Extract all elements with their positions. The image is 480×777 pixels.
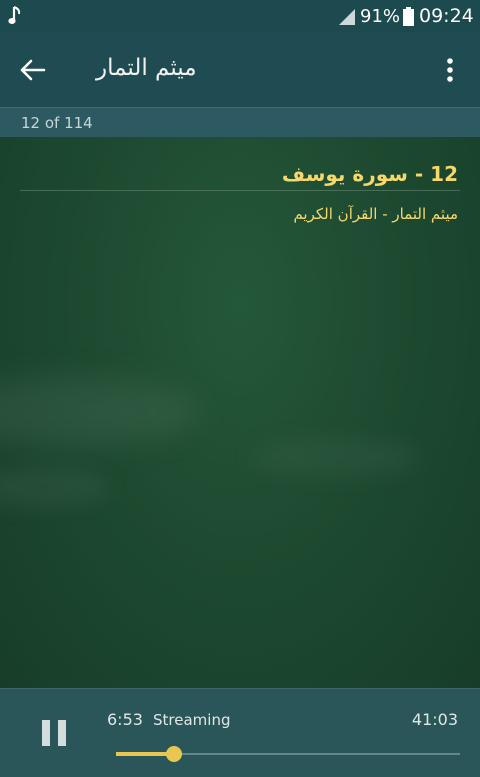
total-duration: 41:03: [411, 710, 458, 729]
status-bar: 91% 09:24: [0, 0, 480, 33]
now-playing-panel: 12 - سورة يوسف ميثم التمار - القرآن الكر…: [0, 137, 480, 688]
background-cloud: [0, 467, 110, 507]
divider: [20, 190, 460, 191]
streaming-status: Streaming: [153, 711, 231, 729]
elapsed-time: 6:53: [107, 710, 143, 729]
track-subtitle: ميثم التمار - القرآن الكريم: [293, 205, 458, 223]
music-note-icon: [8, 6, 21, 24]
track-counter-bar: 12 of 114: [0, 107, 480, 137]
battery-icon: [403, 7, 414, 26]
more-vert-icon[interactable]: [438, 53, 462, 87]
track-counter: 12 of 114: [21, 114, 93, 132]
seek-bar[interactable]: [116, 745, 460, 763]
signal-icon: [339, 9, 355, 25]
player-controls: 6:53 Streaming 41:03: [0, 688, 480, 777]
track-title: 12 - سورة يوسف: [281, 162, 458, 186]
app-bar: ميثم التمار: [0, 33, 480, 107]
battery-percentage: 91%: [360, 6, 401, 27]
pause-icon[interactable]: [38, 716, 70, 750]
seek-thumb[interactable]: [165, 746, 182, 762]
app-title: ميثم التمار: [96, 55, 197, 81]
background-cloud: [0, 377, 200, 447]
back-arrow-icon[interactable]: [12, 52, 50, 88]
background-cloud: [250, 437, 420, 477]
clock: 09:24: [419, 5, 474, 27]
